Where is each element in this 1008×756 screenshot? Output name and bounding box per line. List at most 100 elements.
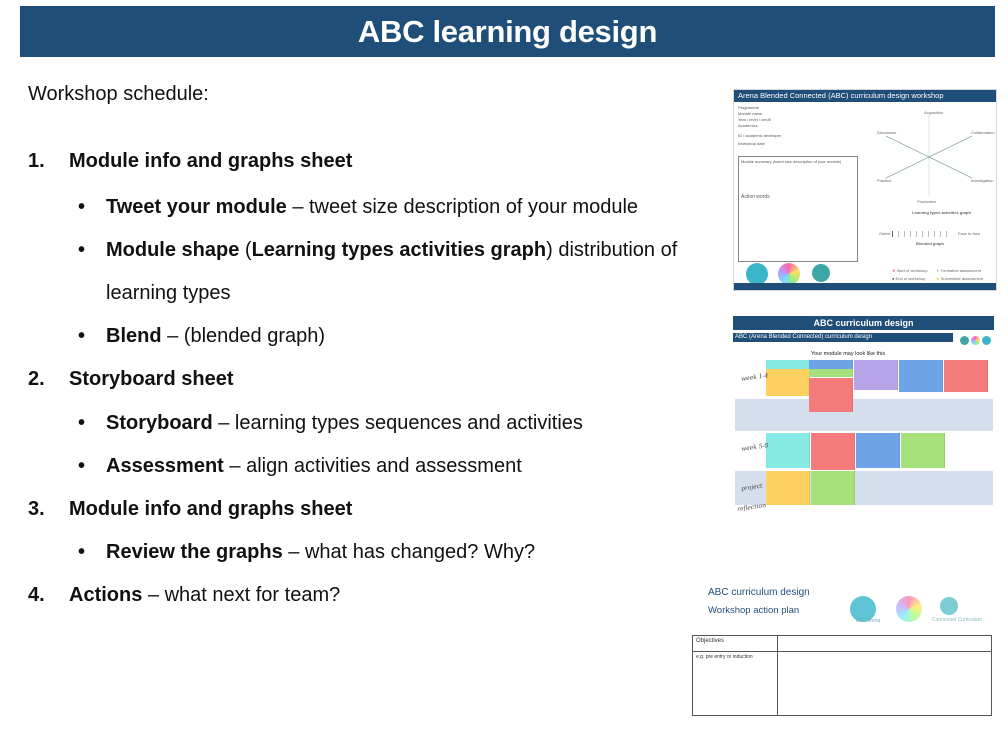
- bullet-bold: Assessment: [106, 455, 224, 477]
- bullet-bold: Tweet your module: [106, 196, 287, 218]
- box-title: Module summary (tweet size description o…: [741, 159, 842, 164]
- step-4: 4. Actions – what next for team?: [28, 584, 340, 607]
- action-plan-subtitle: Workshop action plan: [708, 605, 800, 616]
- step-number: 1.: [28, 150, 45, 172]
- blend-left-label: Online: [879, 231, 891, 236]
- logo-caption: Connected Curriculum: [932, 617, 982, 623]
- step-3: 3. Module info and graphs sheet: [28, 498, 352, 521]
- legend-item: ★ Formative assessment: [936, 268, 981, 273]
- blended-learning-logo: [971, 336, 980, 345]
- blend-right-label: Face to face: [958, 231, 981, 236]
- bullet-text: – (blended graph): [161, 325, 326, 347]
- legend-item: ✕ Start of workshop: [892, 268, 928, 273]
- radar-label: Discussion: [877, 130, 897, 135]
- step-title-suffix: – what next for team?: [142, 584, 341, 606]
- connected-curriculum-logo: [940, 597, 958, 615]
- bullet-review-graphs: • Review the graphs – what has changed? W…: [78, 541, 535, 564]
- step-number: 2.: [28, 368, 45, 390]
- bullet-icon: •: [78, 455, 86, 477]
- radar-label: Practice: [877, 178, 892, 183]
- dot-icon: ●: [892, 276, 895, 281]
- sheet-footer: [734, 283, 996, 290]
- page-title: ABC learning design: [357, 13, 658, 49]
- legend-item: ★ Summative assessment: [936, 276, 984, 281]
- storyboard-card: [944, 360, 988, 392]
- ucl-arena-logo: [982, 336, 991, 345]
- bullet-text: ) distribution of: [546, 239, 678, 261]
- bullet-text: (: [239, 239, 252, 261]
- step-title: Actions: [69, 584, 143, 606]
- module-sheet-thumbnail: Arena Blended Connected (ABC) curriculum…: [733, 89, 997, 291]
- step-title: Module info and graphs sheet: [69, 150, 353, 172]
- bullet-bold: Learning types activities graph: [251, 239, 547, 261]
- bullet-icon: •: [78, 239, 86, 261]
- bullet-icon: •: [78, 412, 86, 434]
- storyboard-band: [735, 399, 993, 431]
- legend-item: ● End of workshop: [892, 276, 926, 281]
- step-number: 3.: [28, 498, 45, 520]
- storyboard-card: [811, 433, 855, 470]
- bullet-tweet-your-module: • Tweet your module – tweet size descript…: [78, 196, 638, 219]
- ucl-arena-logo: [746, 263, 768, 285]
- blend-title: Blended graph: [916, 241, 945, 246]
- storyboard-card: [901, 433, 945, 468]
- radar-label: Investigation: [971, 178, 994, 183]
- bullet-storyboard: • Storyboard – learning types sequences a…: [78, 412, 583, 435]
- graph-title: Learning types activities graph: [912, 210, 971, 215]
- cross-icon: ✕: [892, 268, 896, 273]
- bullet-bold: Review the graphs: [106, 541, 283, 563]
- bullet-blend: • Blend – (blended graph): [78, 325, 325, 348]
- box-note: Action words: [741, 194, 770, 200]
- star-icon: ★: [936, 276, 940, 281]
- connected-curriculum-logo: [812, 264, 830, 282]
- radar-label: Collaboration: [971, 130, 995, 135]
- storyboard-card: [766, 471, 810, 505]
- action-plan-title: ABC curriculum design: [708, 587, 810, 598]
- title-banner: ABC learning design: [20, 6, 995, 57]
- bullet-text: – learning types sequences and activitie…: [212, 412, 583, 434]
- bullet-bold: Module shape: [106, 239, 240, 261]
- handwritten-note: week 5-8: [740, 442, 769, 453]
- storyboard-title: ABC curriculum design: [733, 316, 994, 330]
- bullet-icon: •: [78, 196, 86, 218]
- step-number: 4.: [28, 584, 45, 606]
- connected-curriculum-logo: [960, 336, 969, 345]
- table-row: e.g. pre entry or induction: [692, 651, 992, 716]
- bullet-icon: •: [78, 325, 86, 347]
- star-icon: ★: [936, 268, 940, 273]
- step-title: Storyboard sheet: [69, 368, 234, 390]
- logo-caption: UCL Arena: [856, 618, 881, 624]
- sheet-header: Arena Blended Connected (ABC) curriculum…: [734, 90, 996, 102]
- storyboard-card: [766, 369, 810, 396]
- bullet-icon: •: [78, 541, 86, 563]
- bullet-assessment: • Assessment – align activities and asses…: [78, 455, 522, 478]
- storyboard-thumbnail: ABC curriculum design ABC (Arena Blended…: [733, 316, 994, 512]
- radar-graph: [885, 114, 973, 196]
- storyboard-card: [809, 378, 853, 412]
- table-cell: e.g. pre entry or induction: [692, 651, 778, 716]
- step-2: 2. Storyboard sheet: [28, 368, 233, 391]
- bullet-text: – what has changed? Why?: [282, 541, 536, 563]
- storyboard-card: [766, 433, 810, 468]
- table-cell: Objectives: [692, 635, 778, 652]
- table-cell: [777, 651, 992, 716]
- storyboard-subtitle: ABC (Arena Blended Connected) curriculum…: [733, 333, 953, 342]
- step-title: Module info and graphs sheet: [69, 498, 353, 520]
- table-row: Objectives: [692, 635, 992, 652]
- radar-label: Acquisition: [924, 110, 944, 115]
- storyboard-card: [854, 360, 898, 390]
- storyboard-card: [856, 433, 900, 468]
- radar-label: Production: [917, 199, 937, 204]
- bullet-module-shape: • Module shape (Learning types activities…: [78, 239, 677, 262]
- bullet-text: – align activities and assessment: [223, 455, 522, 477]
- storyboard-card: [811, 471, 855, 505]
- bullet-bold: Storyboard: [106, 412, 213, 434]
- storyboard-card: [809, 369, 853, 377]
- bullet-continuation: learning types: [106, 282, 231, 304]
- action-plan-thumbnail: ABC curriculum design Workshop action pl…: [690, 580, 1008, 720]
- blended-learning-logo: [896, 596, 922, 622]
- storyboard-card: [899, 360, 943, 392]
- storyboard-caption: Your module may look like this: [811, 351, 886, 357]
- bullet-bold: Blend: [106, 325, 162, 347]
- step-1: 1. Module info and graphs sheet: [28, 150, 352, 173]
